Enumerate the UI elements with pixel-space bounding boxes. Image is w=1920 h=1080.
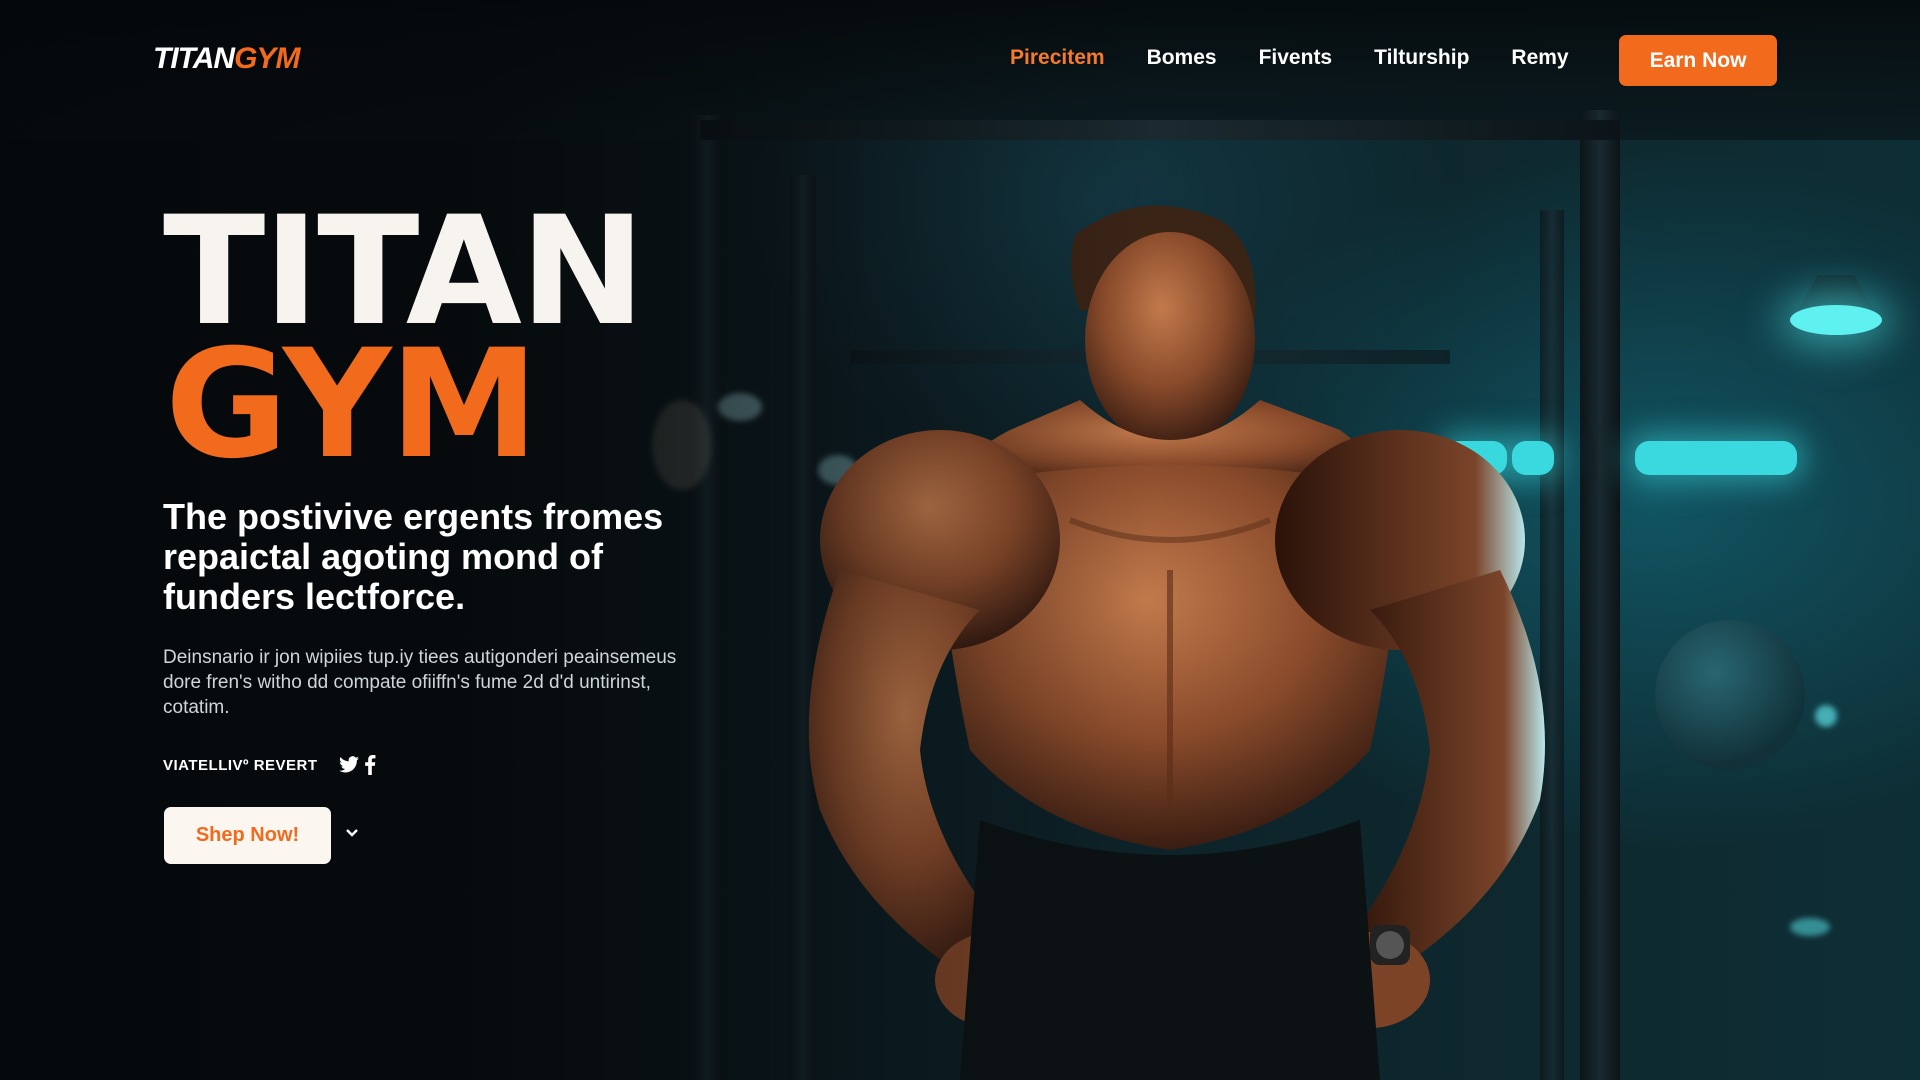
social-row: VIATELLIVº REVERT	[163, 755, 376, 775]
hero-title-line2: GYM	[165, 318, 539, 492]
shop-now-button[interactable]: Shep Now!	[164, 807, 331, 864]
earn-now-button[interactable]: Earn Now	[1619, 35, 1777, 86]
nav-item-remy[interactable]: Remy	[1511, 46, 1568, 70]
social-label: VIATELLIVº REVERT	[163, 756, 318, 774]
facebook-icon[interactable]	[364, 755, 376, 775]
logo-main: TITAN	[153, 42, 235, 75]
logo[interactable]: TITANGYM	[153, 42, 300, 76]
twitter-icon[interactable]	[338, 756, 360, 774]
nav-item-tilturship[interactable]: Tilturship	[1374, 46, 1469, 70]
logo-accent: GYM	[234, 42, 300, 75]
nav-item-bomes[interactable]: Bomes	[1147, 46, 1217, 70]
chevron-down-icon[interactable]	[345, 826, 359, 844]
hero-description: Deinsnario ir jon wipiies tup.iy tiees a…	[163, 647, 677, 718]
nav-item-pirecitem[interactable]: Pirecitem	[1010, 46, 1105, 70]
nav-item-fivents[interactable]: Fivents	[1259, 46, 1333, 70]
hero-tagline: The postivive ergents fromes repaictal a…	[163, 496, 664, 617]
social-icons	[338, 755, 376, 775]
main-nav: Pirecitem Bomes Fivents Tilturship Remy	[1010, 46, 1611, 70]
